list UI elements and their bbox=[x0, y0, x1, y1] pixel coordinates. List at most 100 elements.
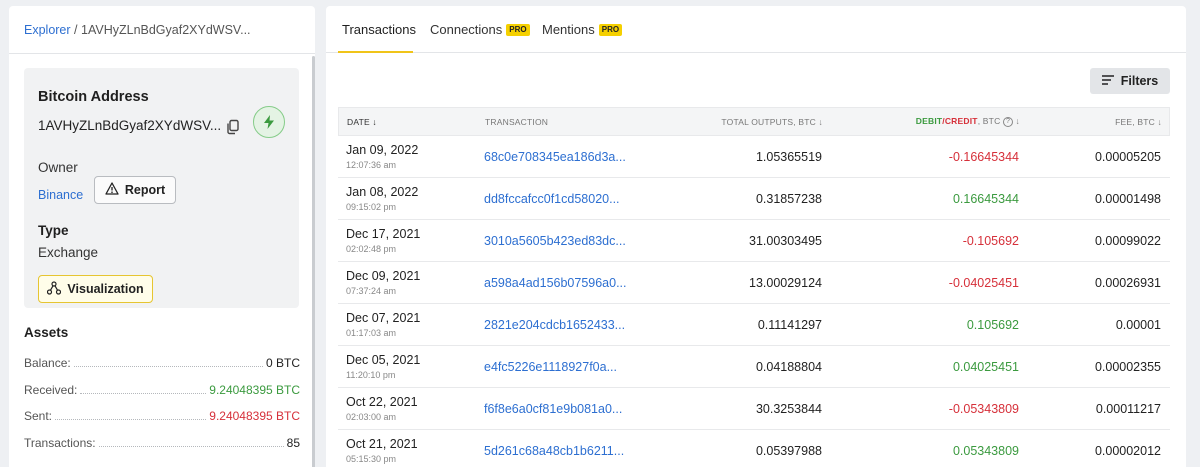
asset-row-received: Received: 9.24048395 BTC bbox=[24, 381, 300, 397]
address-value: 1AVHyZLnBdGyaf2XYdWSV... bbox=[38, 118, 222, 133]
dotted-leader bbox=[80, 393, 207, 394]
asset-label: Sent: bbox=[24, 409, 53, 423]
date-cell: Dec 07, 2021 01:17:03 am bbox=[338, 311, 484, 338]
debit-credit-cell: -0.05343809 bbox=[948, 401, 1019, 416]
sort-icon: ↓ bbox=[1157, 116, 1162, 127]
warning-icon bbox=[105, 182, 119, 198]
total-outputs-cell: 30.3253844 bbox=[755, 401, 822, 416]
owner-link[interactable]: Binance bbox=[38, 188, 83, 202]
transaction-link[interactable]: f6f8e6a0cf81e9b081a0... bbox=[484, 402, 684, 416]
column-header-debit-credit[interactable]: DEBIT/CREDIT, BTC ? ↓ bbox=[823, 116, 1020, 127]
asset-row-sent: Sent: 9.24048395 BTC bbox=[24, 407, 300, 423]
address-card-title: Bitcoin Address bbox=[38, 89, 149, 105]
transaction-link[interactable]: 2821e204cdcb1652433... bbox=[484, 318, 684, 332]
sort-desc-icon: ↓ bbox=[372, 116, 377, 127]
time-text: 02:02:48 pm bbox=[346, 244, 397, 254]
header-label: DATE bbox=[347, 116, 370, 127]
asset-value: 85 bbox=[286, 436, 300, 450]
table-body: Jan 09, 2022 12:07:36 am 68c0e708345ea186d… bbox=[338, 136, 1170, 467]
dotted-leader bbox=[98, 446, 284, 447]
time-text: 09:15:02 pm bbox=[346, 202, 397, 212]
breadcrumb-explorer-link[interactable]: Explorer bbox=[24, 23, 71, 37]
debit-credit-cell: 0.04025451 bbox=[952, 359, 1019, 374]
fee-cell: 0.00011217 bbox=[1095, 401, 1161, 416]
date-text: Dec 17, 2021 bbox=[346, 227, 421, 241]
transaction-link[interactable]: 5d261c68a48cb1b6211... bbox=[484, 444, 684, 458]
dotted-leader bbox=[55, 419, 207, 420]
table-row: Oct 22, 2021 02:03:00 am f6f8e6a0cf81e9b08… bbox=[338, 388, 1170, 430]
filter-icon bbox=[1101, 74, 1114, 88]
tab-transactions[interactable]: Transactions bbox=[342, 22, 416, 37]
visualization-button-label: Visualization bbox=[67, 282, 144, 296]
breadcrumb: Explorer / 1AVHyZLnBdGyaf2XYdWSV... bbox=[24, 23, 251, 37]
assets-title: Assets bbox=[24, 325, 69, 340]
transaction-link[interactable]: a598a4ad156b07596a0... bbox=[484, 276, 684, 290]
date-cell: Dec 05, 2021 11:20:10 pm bbox=[338, 353, 484, 380]
table-row: Dec 09, 2021 07:37:24 am a598a4ad156b07596… bbox=[338, 262, 1170, 304]
asset-row-transactions: Transactions: 85 bbox=[24, 434, 300, 450]
debit-credit-cell: 0.05343809 bbox=[952, 443, 1019, 458]
table-row: Dec 17, 2021 02:02:48 pm 3010a5605b423ed83… bbox=[338, 220, 1170, 262]
total-outputs-cell: 0.04188804 bbox=[755, 359, 822, 374]
tab-mentions[interactable]: Mentions PRO bbox=[542, 22, 623, 37]
transactions-table: DATE ↓ TRANSACTION TOTAL OUTPUTS, BTC ↓ … bbox=[338, 107, 1170, 467]
filters-button-label: Filters bbox=[1120, 74, 1159, 88]
date-text: Oct 21, 2021 bbox=[346, 437, 418, 451]
fee-cell: 0.00002012 bbox=[1094, 443, 1161, 458]
lightning-icon[interactable] bbox=[253, 106, 285, 138]
table-row: Oct 21, 2021 05:15:30 pm 5d261c68a48cb1b62… bbox=[338, 430, 1170, 467]
time-text: 12:07:36 am bbox=[346, 160, 397, 170]
filters-button[interactable]: Filters bbox=[1090, 68, 1170, 94]
transaction-link[interactable]: dd8fccafcc0f1cd58020... bbox=[484, 192, 684, 206]
date-cell: Dec 17, 2021 02:02:48 pm bbox=[338, 227, 484, 254]
transaction-link[interactable]: 68c0e708345ea186d3a... bbox=[484, 150, 684, 164]
time-text: 05:15:30 pm bbox=[346, 454, 397, 464]
date-text: Dec 09, 2021 bbox=[346, 269, 421, 283]
tab-label: Mentions bbox=[542, 22, 595, 37]
table-row: Jan 09, 2022 12:07:36 am 68c0e708345ea186d… bbox=[338, 136, 1170, 178]
credit-label: CREDIT bbox=[944, 116, 978, 127]
column-header-transaction: TRANSACTION bbox=[485, 116, 549, 127]
time-text: 02:03:00 am bbox=[346, 412, 397, 422]
asset-value: 9.24048395 BTC bbox=[209, 409, 300, 423]
debit-label: DEBIT bbox=[915, 116, 943, 127]
visualization-button[interactable]: Visualization bbox=[38, 275, 153, 303]
total-outputs-cell: 0.31857238 bbox=[755, 191, 822, 206]
debit-credit-cell: -0.105692 bbox=[962, 233, 1019, 248]
total-outputs-cell: 13.00029124 bbox=[749, 275, 822, 290]
tab-label: Connections bbox=[430, 22, 503, 37]
asset-label: Balance: bbox=[24, 356, 71, 370]
breadcrumb-current: 1AVHyZLnBdGyaf2XYdWSV... bbox=[81, 23, 251, 37]
report-button[interactable]: Report bbox=[94, 176, 176, 204]
transaction-link[interactable]: e4fc5226e1118927f0a... bbox=[484, 360, 684, 374]
network-icon bbox=[47, 280, 62, 298]
copy-icon[interactable] bbox=[225, 119, 241, 135]
table-header: DATE ↓ TRANSACTION TOTAL OUTPUTS, BTC ↓ … bbox=[338, 107, 1170, 136]
address-card: Bitcoin Address 1AVHyZLnBdGyaf2XYdWSV...… bbox=[24, 68, 299, 308]
fee-cell: 0.00099022 bbox=[1094, 233, 1161, 248]
tab-bar: Transactions Connections PRO Mentions PR… bbox=[326, 6, 1186, 53]
debit-credit-cell: -0.16645344 bbox=[948, 149, 1019, 164]
asset-label: Transactions: bbox=[24, 436, 96, 450]
total-outputs-cell: 0.05397988 bbox=[755, 443, 822, 458]
asset-value: 0 BTC bbox=[265, 356, 300, 370]
report-button-label: Report bbox=[124, 183, 166, 197]
column-header-date[interactable]: DATE ↓ bbox=[339, 117, 485, 127]
table-row: Jan 08, 2022 09:15:02 pm dd8fccafcc0f1cd58… bbox=[338, 178, 1170, 220]
time-text: 11:20:10 pm bbox=[346, 370, 396, 380]
fee-cell: 0.00026931 bbox=[1094, 275, 1161, 290]
debit-credit-cell: 0.105692 bbox=[966, 317, 1019, 332]
column-header-total-outputs[interactable]: TOTAL OUTPUTS, BTC ↓ bbox=[685, 117, 823, 127]
header-label: TOTAL OUTPUTS, BTC bbox=[721, 116, 816, 127]
column-header-fee[interactable]: FEE, BTC ↓ bbox=[1020, 117, 1168, 127]
date-cell: Oct 22, 2021 02:03:00 am bbox=[338, 395, 484, 422]
transaction-link[interactable]: 3010a5605b423ed83dc... bbox=[484, 234, 684, 248]
tab-connections[interactable]: Connections PRO bbox=[430, 22, 530, 37]
sidebar-scrollbar[interactable] bbox=[312, 56, 315, 467]
breadcrumb-separator: / bbox=[74, 23, 78, 37]
header-label: FEE, BTC bbox=[1115, 116, 1155, 127]
help-icon[interactable]: ? bbox=[1002, 116, 1013, 127]
dc-suffix: , BTC bbox=[977, 116, 1001, 127]
asset-value: 9.24048395 BTC bbox=[209, 383, 300, 397]
sidebar-divider bbox=[9, 53, 315, 54]
